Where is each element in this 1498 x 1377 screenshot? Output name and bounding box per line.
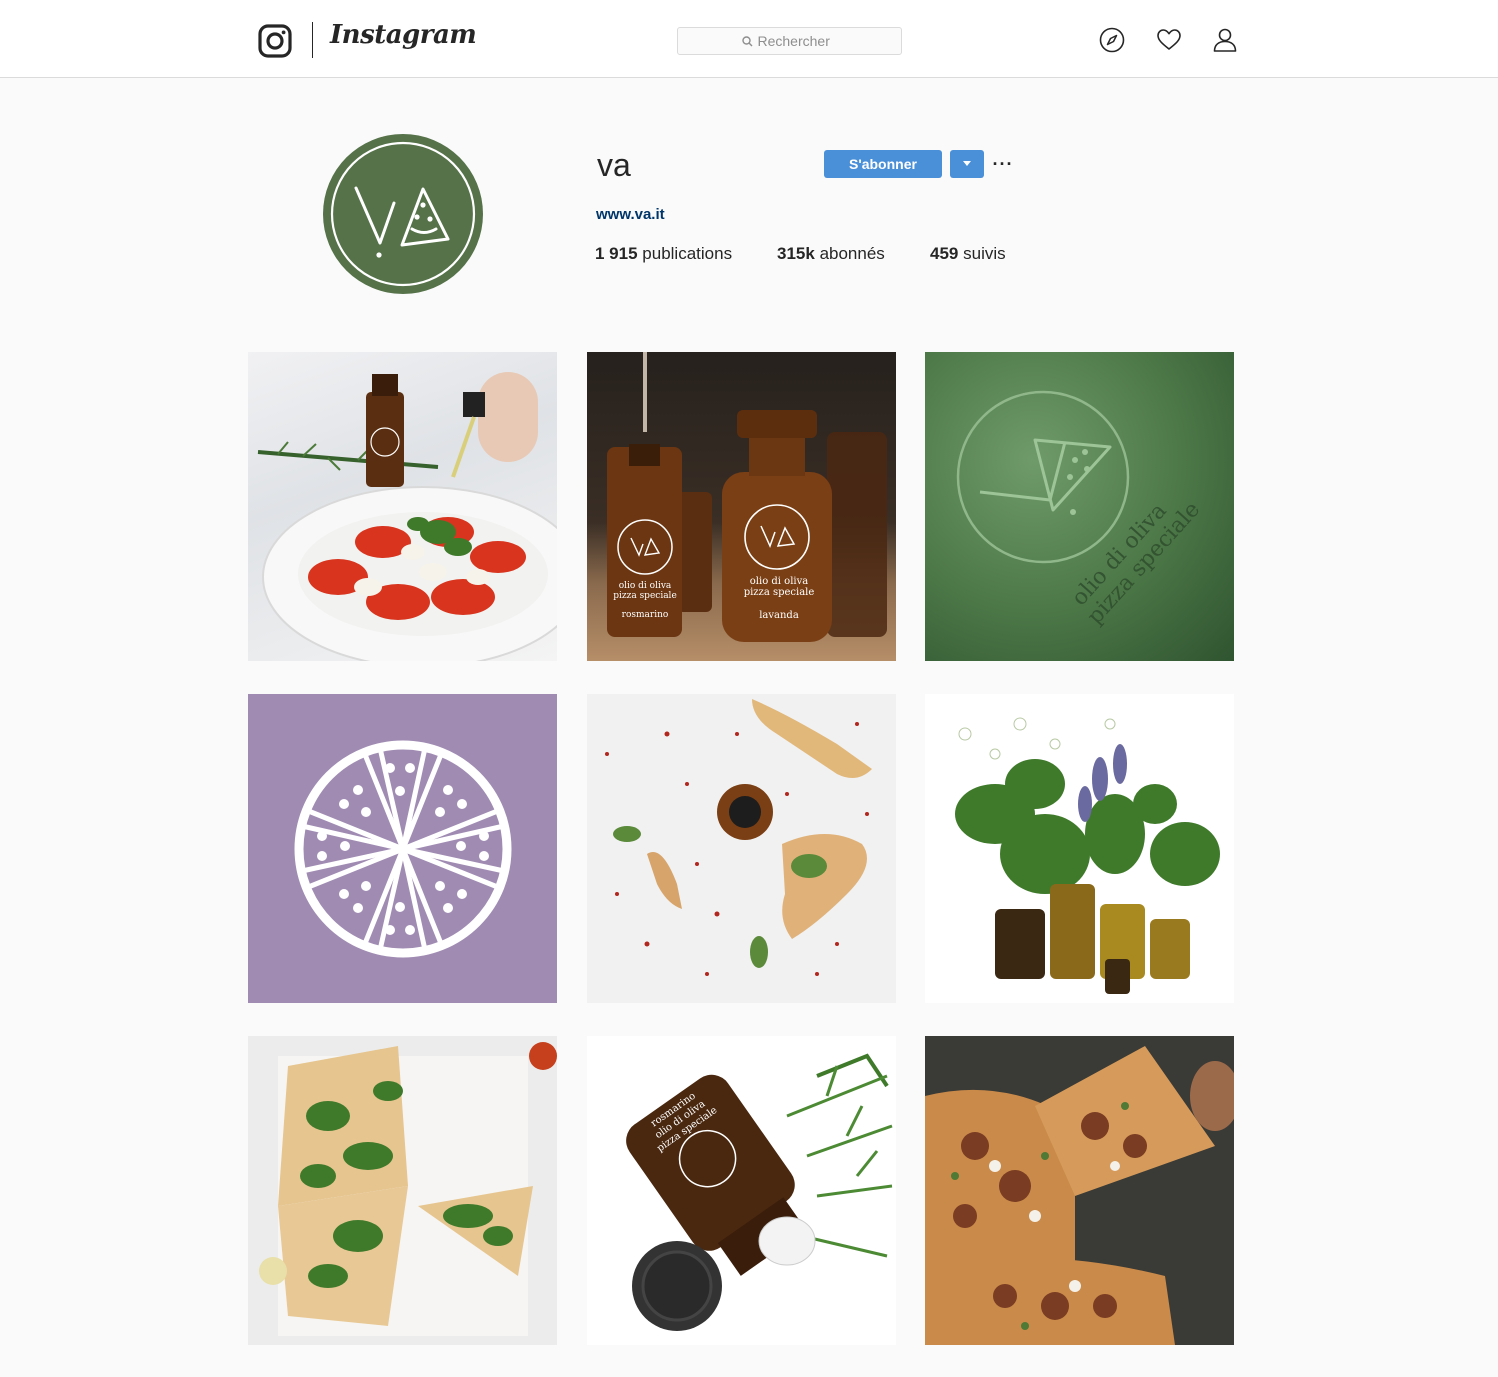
heart-icon[interactable] xyxy=(1156,27,1182,53)
stat-count: 1 915 xyxy=(595,244,638,263)
stat-count: 315k xyxy=(777,244,815,263)
embossed-logo-image: olio di oliva pizza speciale xyxy=(956,390,1205,629)
post-thumbnail[interactable] xyxy=(248,694,557,1003)
post-thumbnail[interactable] xyxy=(587,694,896,1003)
profile-avatar[interactable] xyxy=(322,133,484,295)
logo-divider xyxy=(312,22,313,58)
instagram-camera-icon[interactable] xyxy=(258,24,292,58)
meat-pizza-image xyxy=(925,1046,1234,1345)
post-thumbnail[interactable] xyxy=(248,1036,557,1345)
profile-website-link[interactable]: www.va.it xyxy=(596,206,665,223)
green-pizza-image xyxy=(259,1042,557,1336)
bottle2-label-line2: pizza speciale xyxy=(744,587,815,598)
bottle1-label-line3: rosmarino xyxy=(622,610,669,620)
bottle1-label-line1: olio di oliva xyxy=(619,581,672,591)
stat-following[interactable]: 459 suivis xyxy=(930,244,1006,264)
user-icon[interactable] xyxy=(1212,27,1238,53)
stat-label: suivis xyxy=(963,244,1006,263)
bottle2-label-line3: lavanda xyxy=(759,610,799,621)
stat-label: abonnés xyxy=(819,244,885,263)
compass-icon[interactable] xyxy=(1099,27,1125,53)
search-box[interactable] xyxy=(677,27,902,55)
caprese-salad-image xyxy=(257,372,557,661)
suggestions-dropdown-button[interactable] xyxy=(950,150,984,178)
more-options-icon[interactable]: ··· xyxy=(992,150,1014,178)
post-thumbnail[interactable] xyxy=(248,352,557,661)
chevron-down-icon xyxy=(963,161,971,166)
herb-bottles-image xyxy=(955,717,1220,994)
top-navigation-bar: Instagram xyxy=(0,0,1498,78)
bottle-rosemary-image: olio di oliva pizza speciale rosmarino xyxy=(626,1053,893,1331)
pizza-crusts-image xyxy=(605,699,872,976)
profile-username: va xyxy=(597,147,631,183)
post-thumbnail[interactable] xyxy=(925,694,1234,1003)
post-thumbnail[interactable]: olio di oliva pizza speciale xyxy=(925,352,1234,661)
post-thumbnail[interactable]: olio di oliva pizza speciale rosmarino o… xyxy=(587,352,896,661)
bottle1-label-line2: pizza speciale xyxy=(613,591,677,601)
stat-followers[interactable]: 315k abonnés xyxy=(777,244,885,264)
follow-button[interactable]: S'abonner xyxy=(824,150,942,178)
pizza-icon-graphic xyxy=(294,740,512,958)
instagram-wordmark[interactable]: Instagram xyxy=(330,20,477,50)
search-icon xyxy=(741,35,752,46)
amber-bottles-image: olio di oliva pizza speciale rosmarino o… xyxy=(607,352,887,642)
stat-label: publications xyxy=(642,244,733,263)
stat-publications[interactable]: 1 915 publications xyxy=(595,244,732,264)
post-thumbnail[interactable] xyxy=(925,1036,1234,1345)
bottle2-label-line1: olio di oliva xyxy=(750,576,808,587)
search-input[interactable] xyxy=(757,33,838,49)
post-thumbnail[interactable]: olio di oliva pizza speciale rosmarino xyxy=(587,1036,896,1345)
stat-count: 459 xyxy=(930,244,959,263)
